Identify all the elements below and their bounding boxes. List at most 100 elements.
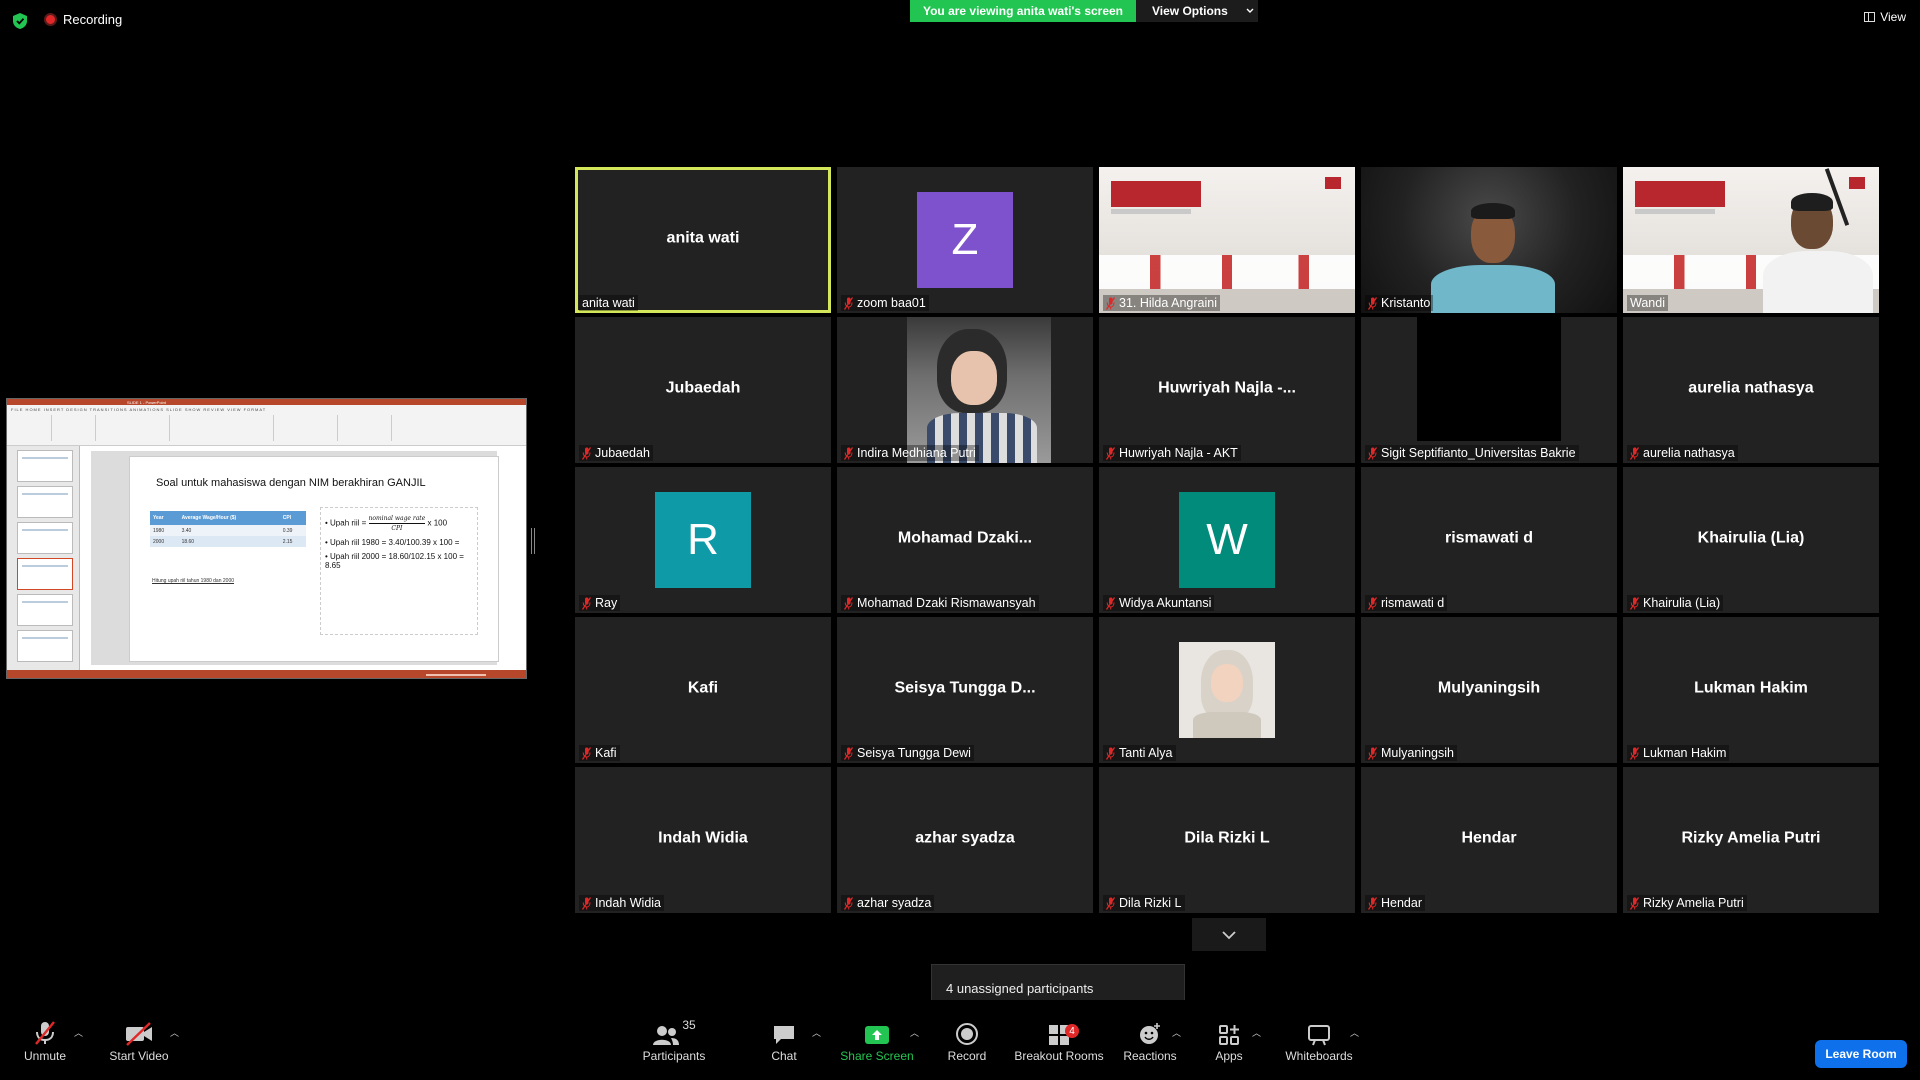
unmute-button[interactable]: Unmute	[14, 1000, 76, 1080]
participant-tile[interactable]: Lukman Hakim Lukman Hakim	[1623, 617, 1879, 763]
participant-name: rismawati d	[1381, 596, 1445, 610]
microphone-muted-icon	[844, 446, 853, 460]
participant-display-name: Khairulia (Lia)	[1697, 529, 1805, 547]
ribbon-group	[11, 415, 52, 441]
start-video-button[interactable]: Start Video	[104, 1000, 174, 1080]
participant-tile[interactable]: Mulyaningsih Mulyaningsih	[1361, 617, 1617, 763]
view-options-button[interactable]: View Options	[1136, 0, 1258, 22]
slide-title: Soal untuk mahasiswa dengan NIM berakhir…	[156, 477, 426, 489]
participant-tile[interactable]: Wandi	[1623, 167, 1879, 313]
thumbnail-text	[22, 457, 68, 459]
person-hair	[1791, 193, 1833, 211]
apps-options-caret-icon[interactable]: ︿	[1252, 1026, 1261, 1039]
participant-display-name: Indah Widia	[658, 829, 748, 847]
participant-name: Huwriyah Najla - AKT	[1119, 446, 1238, 460]
participant-tile[interactable]: Huwriyah Najla -... Huwriyah Najla - AKT	[1099, 317, 1355, 463]
whiteboards-button[interactable]: Whiteboards	[1284, 1000, 1354, 1080]
share-screen-label: Share Screen	[840, 1048, 914, 1063]
participant-tile[interactable]: rismawati d rismawati d	[1361, 467, 1617, 613]
participant-tile[interactable]: 31. Hilda Angraini	[1099, 167, 1355, 313]
formula-bullet: • Upah riil 1980 = 3.40/100.39 x 100 =	[325, 538, 460, 547]
video-options-caret-icon[interactable]: ︿	[170, 1026, 179, 1039]
ribbon-group	[277, 415, 338, 441]
record-button[interactable]: Record	[946, 1000, 988, 1080]
share-screen-button[interactable]: Share Screen	[840, 1000, 914, 1080]
participants-button[interactable]: 35 Participants	[636, 1000, 712, 1080]
whiteboards-options-caret-icon[interactable]: ︿	[1350, 1026, 1359, 1039]
participant-tile[interactable]: Seisya Tungga D... Seisya Tungga Dewi	[837, 617, 1093, 763]
participant-tile[interactable]: aurelia nathasya aurelia nathasya	[1623, 317, 1879, 463]
participant-tile[interactable]: Sigit Septifianto_Universitas Bakrie	[1361, 317, 1617, 463]
participant-tile[interactable]: anita wati anita wati	[575, 167, 831, 313]
apps-button[interactable]: Apps	[1212, 1000, 1246, 1080]
participant-tile[interactable]: Tanti Alya	[1099, 617, 1355, 763]
participant-tile[interactable]: Rizky Amelia Putri Rizky Amelia Putri	[1623, 767, 1879, 913]
participant-display-name: aurelia nathasya	[1688, 379, 1814, 397]
participant-display-name: anita wati	[666, 229, 740, 247]
shared-screen-view[interactable]: SLIDE 1 - PowerPoint FILE HOME INSERT DE…	[6, 398, 527, 679]
splitter-handle[interactable]	[531, 528, 535, 554]
participant-tile[interactable]: Khairulia (Lia) Khairulia (Lia)	[1623, 467, 1879, 613]
microphone-muted-icon	[844, 746, 853, 760]
participant-tile[interactable]: Kafi Kafi	[575, 617, 831, 763]
participant-name-label: azhar syadza	[841, 895, 935, 911]
participant-name-label: Tanti Alya	[1103, 745, 1176, 761]
participant-name-label: Dila Rizki L	[1103, 895, 1185, 911]
participant-name-label: Seisya Tungga Dewi	[841, 745, 974, 761]
leave-room-button[interactable]: Leave Room	[1815, 1040, 1907, 1068]
participant-display-name: Lukman Hakim	[1694, 679, 1808, 697]
apps-icon	[1219, 1024, 1239, 1045]
microphone-muted-icon	[582, 446, 591, 460]
participant-tile[interactable]: W Widya Akuntansi	[1099, 467, 1355, 613]
reactions-options-caret-icon[interactable]: ︿	[1172, 1026, 1181, 1039]
ribbon-group	[173, 415, 274, 441]
table-cell: 2000	[150, 536, 179, 547]
chat-button[interactable]: Chat	[764, 1000, 804, 1080]
microphone-muted-icon	[582, 896, 591, 910]
icon-slot	[32, 1018, 58, 1046]
view-layout-button[interactable]: View	[1864, 10, 1906, 24]
microphone-muted-icon	[1630, 596, 1639, 610]
table-cell: 3.40	[178, 525, 280, 536]
microphone-muted-icon	[1630, 896, 1639, 910]
powerpoint-ribbon: FILE HOME INSERT DESIGN TRANSITIONS ANIM…	[7, 405, 526, 446]
participant-name-label: Mohamad Dzaki Rismawansyah	[841, 595, 1039, 611]
banner-graphic	[1635, 181, 1725, 207]
participant-tile[interactable]: Indah Widia Indah Widia	[575, 767, 831, 913]
participant-tile[interactable]: azhar syadza azhar syadza	[837, 767, 1093, 913]
microphone-muted-icon	[1368, 896, 1377, 910]
icon-slot: 35	[652, 1018, 696, 1046]
thumbnail-text	[22, 601, 68, 603]
current-slide: Soal untuk mahasiswa dengan NIM berakhir…	[129, 456, 499, 662]
reactions-button[interactable]: Reactions	[1123, 1000, 1177, 1080]
gallery-next-page-button[interactable]	[1192, 918, 1266, 951]
participant-tile[interactable]: Jubaedah Jubaedah	[575, 317, 831, 463]
audio-options-caret-icon[interactable]: ︿	[74, 1026, 83, 1039]
table-row: 2000 18.60 2.15	[150, 536, 306, 547]
table-header: Year	[150, 511, 179, 525]
participant-name: Kristanto	[1381, 296, 1431, 310]
encryption-shield-icon[interactable]	[12, 12, 28, 30]
participant-tile[interactable]: Mohamad Dzaki... Mohamad Dzaki Rismawansy…	[837, 467, 1093, 613]
participant-name-label: Wandi	[1627, 295, 1668, 311]
participant-tile[interactable]: Indira Medhiana Putri	[837, 317, 1093, 463]
breakout-rooms-button[interactable]: Breakout Rooms	[1014, 1000, 1104, 1080]
participant-name-label: Khairulia (Lia)	[1627, 595, 1724, 611]
chat-bubble-icon	[774, 1025, 794, 1044]
wage-table: Year Average Wage/Hour ($) CPI 1980 3.40…	[150, 511, 306, 547]
icon-slot	[864, 1018, 890, 1046]
share-options-caret-icon[interactable]: ︿	[910, 1026, 919, 1039]
microphone-muted-icon	[1106, 446, 1115, 460]
participant-tile[interactable]: Hendar Hendar	[1361, 767, 1617, 913]
participant-gallery: anita wati anita wati Zzoom baa01 31. Hilda…	[575, 167, 1879, 913]
ribbon-group	[55, 415, 96, 441]
table-cell: 2.15	[279, 536, 306, 547]
participant-tile[interactable]: Dila Rizki L Dila Rizki L	[1099, 767, 1355, 913]
recording-indicator[interactable]: Recording	[44, 12, 122, 27]
person-hair	[1471, 203, 1515, 219]
participant-video	[1623, 167, 1879, 313]
participant-tile[interactable]: R Ray	[575, 467, 831, 613]
participant-tile[interactable]: Zzoom baa01	[837, 167, 1093, 313]
chat-options-caret-icon[interactable]: ︿	[812, 1026, 821, 1039]
participant-tile[interactable]: Kristanto	[1361, 167, 1617, 313]
